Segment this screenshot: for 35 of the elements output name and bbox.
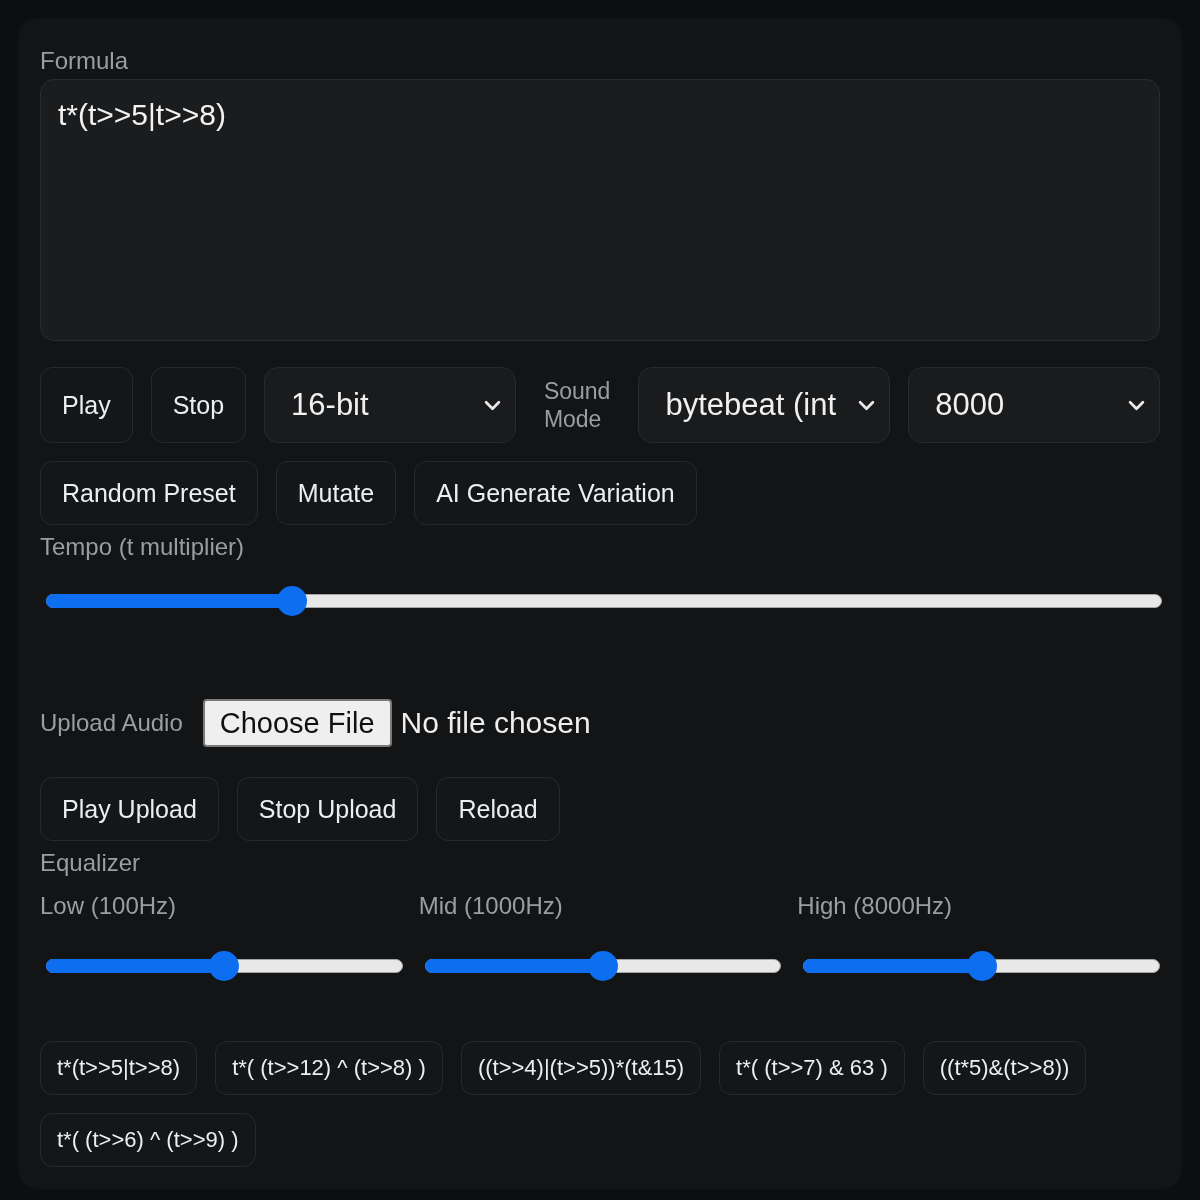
ai-generate-variation-button[interactable]: AI Generate Variation (414, 461, 697, 525)
slider-thumb[interactable] (277, 586, 308, 616)
dropdown[interactable]: 16-bit (264, 367, 516, 443)
sound-mode-label: Sound Mode (543, 377, 611, 433)
dropdown[interactable]: bytebeat (int (638, 367, 891, 443)
stop-button[interactable]: Stop (150, 367, 247, 443)
formula-label: Formula (40, 46, 129, 76)
choose-file-button[interactable]: Choose File (202, 699, 392, 747)
formula-preset-button[interactable]: t*(t>>5|t>>8) (40, 1041, 198, 1095)
band-label: Mid (1000Hz) (418, 892, 563, 920)
slider-thumb[interactable] (966, 951, 997, 981)
reload-button[interactable]: Reload (436, 777, 560, 841)
play-upload-button[interactable]: Play Upload (40, 777, 219, 841)
formula-preset-button[interactable]: ((t>>4)|(t>>5))*(t&15) (460, 1041, 702, 1095)
tempo-label: Tempo (t multiplier) (40, 533, 245, 561)
formula-preset-button[interactable]: t*( (t>>7) & 63 ) (719, 1041, 905, 1095)
slider-thumb[interactable] (588, 951, 618, 981)
slider-thumb[interactable] (209, 951, 240, 981)
equalizer-label: Equalizer (40, 849, 141, 877)
file-status-text: No file chosen (400, 706, 591, 740)
formula-preset-button[interactable]: t*( (t>>12) ^ (t>>8) ) (215, 1041, 443, 1095)
band-label: High (8000Hz) (797, 892, 953, 920)
dropdown[interactable]: 8000 (908, 367, 1160, 443)
formula-preset-button[interactable]: t*( (t>>6) ^ (t>>9) ) (40, 1113, 256, 1167)
play-button[interactable]: Play (40, 367, 133, 443)
chevron-down-icon (483, 399, 501, 411)
chevron-down-icon (858, 399, 876, 411)
band-label: Low (100Hz) (40, 892, 177, 920)
random-preset-button[interactable]: Random Preset (40, 461, 258, 525)
upload-audio-label: Upload Audio (40, 708, 183, 738)
chevron-down-icon (1128, 399, 1145, 411)
stop-upload-button[interactable]: Stop Upload (236, 777, 419, 841)
formula-preset-button[interactable]: ((t*5)&(t>>8)) (922, 1041, 1087, 1095)
mutate-button[interactable]: Mutate (275, 461, 397, 525)
formula-field[interactable]: t*(t>>5|t>>8) (40, 79, 1160, 341)
